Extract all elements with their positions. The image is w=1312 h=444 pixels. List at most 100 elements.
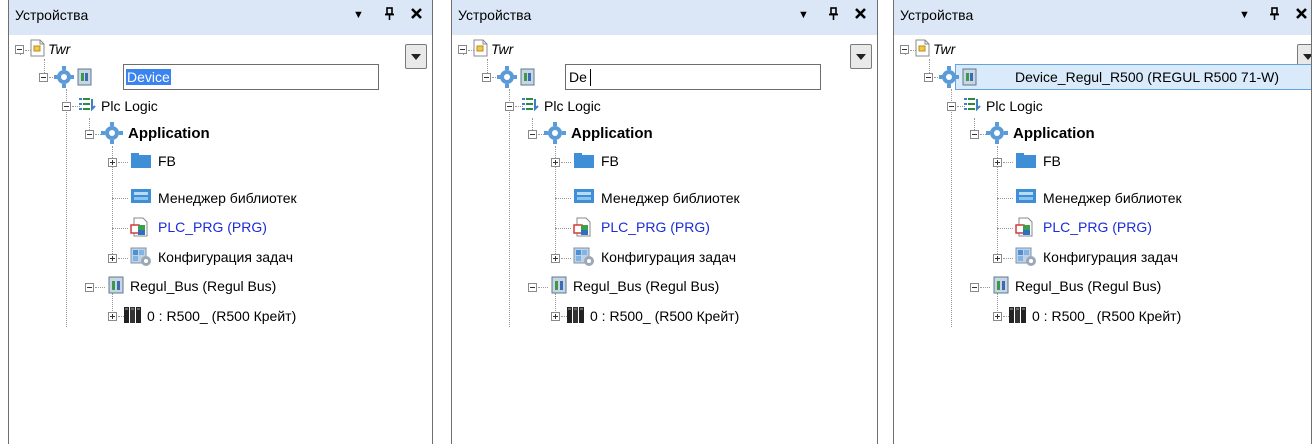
edit-field-value: Device — [126, 69, 171, 85]
task-config-icon — [573, 247, 595, 270]
expand-toggle[interactable] — [108, 312, 117, 321]
tree-item-fb[interactable]: FB — [1043, 153, 1061, 169]
panel-title: Устройства — [458, 7, 532, 23]
crate-icon — [566, 305, 586, 328]
expand-toggle[interactable] — [993, 158, 1002, 167]
dropdown-menu-icon[interactable]: ▼ — [1239, 9, 1250, 21]
tree-item-plc-logic[interactable]: Plc Logic — [986, 98, 1043, 114]
tree-item-device[interactable]: Device_Regul_R500 (REGUL R500 71-W) — [1015, 69, 1279, 85]
expand-toggle[interactable] — [993, 254, 1002, 263]
tree-item-regul-bus[interactable]: Regul_Bus (Regul Bus) — [1015, 278, 1161, 294]
collapse-toggle[interactable] — [924, 73, 933, 82]
device-gear-icon — [54, 65, 94, 92]
tree-item-plc-prg[interactable]: PLC_PRG (PRG) — [1043, 219, 1152, 235]
application-gear-icon — [544, 122, 566, 147]
tree-item-plc-prg[interactable]: PLC_PRG (PRG) — [601, 219, 710, 235]
collapse-toggle[interactable] — [528, 283, 537, 292]
library-manager-icon — [130, 187, 152, 208]
tree-item-crate[interactable]: 0 : R500_ (R500 Крейт) — [590, 308, 739, 324]
collapse-toggle[interactable] — [39, 73, 48, 82]
task-config-icon — [130, 247, 152, 270]
folder-icon — [130, 152, 152, 172]
edit-field-value: De — [569, 69, 587, 85]
tree-item-regul-bus[interactable]: Regul_Bus (Regul Bus) — [573, 278, 719, 294]
dropdown-menu-icon[interactable]: ▼ — [353, 9, 364, 21]
tree-item-plc-logic[interactable]: Plc Logic — [544, 98, 601, 114]
expand-toggle[interactable] — [551, 312, 560, 321]
bus-module-icon — [992, 276, 1010, 297]
tree-item-crate[interactable]: 0 : R500_ (R500 Крейт) — [1032, 308, 1181, 324]
tree-item-application[interactable]: Application — [1013, 125, 1095, 142]
tree-item-task-config[interactable]: Конфигурация задач — [158, 249, 293, 265]
program-pou-icon — [1015, 217, 1035, 240]
tree-item-fb[interactable]: FB — [601, 153, 619, 169]
panel-title: Устройства — [15, 7, 89, 23]
tree-item-application[interactable]: Application — [571, 125, 653, 142]
dropdown-menu-icon[interactable]: ▼ — [798, 9, 809, 21]
collapse-toggle[interactable] — [970, 283, 979, 292]
application-gear-icon — [101, 122, 123, 147]
device-gear-icon — [939, 65, 979, 92]
close-icon[interactable] — [854, 5, 867, 25]
plc-logic-icon — [963, 96, 981, 117]
task-config-icon — [1015, 247, 1037, 270]
program-pou-icon — [573, 217, 593, 240]
tree-item-root[interactable]: Twr — [933, 41, 955, 57]
tree-item-root[interactable]: Twr — [48, 41, 70, 57]
panel-titlebar: Устройства ▼ — [8, 0, 433, 35]
crate-icon — [1008, 305, 1028, 328]
tree-item-library-manager[interactable]: Менеджер библиотек — [158, 190, 297, 206]
collapse-toggle[interactable] — [458, 45, 467, 54]
devices-panel-1: Устройства ▼ Twr Device Plc Logic Applic… — [8, 0, 433, 444]
devices-panel-2: Устройства ▼ Twr De Plc Logic Applicatio… — [451, 0, 878, 444]
pin-icon[interactable] — [384, 7, 395, 23]
combo-dropdown-button[interactable] — [405, 44, 427, 69]
expand-toggle[interactable] — [993, 312, 1002, 321]
expand-toggle[interactable] — [551, 254, 560, 263]
rename-edit-field[interactable]: Device — [123, 64, 379, 90]
project-file-icon — [915, 39, 931, 60]
collapse-toggle[interactable] — [947, 102, 956, 111]
tree-item-library-manager[interactable]: Менеджер библиотек — [1043, 190, 1182, 206]
bus-module-icon — [107, 276, 125, 297]
plc-logic-icon — [78, 96, 96, 117]
crate-icon — [123, 305, 143, 328]
tree-item-crate[interactable]: 0 : R500_ (R500 Крейт) — [147, 308, 296, 324]
collapse-toggle[interactable] — [15, 45, 24, 54]
tree-item-regul-bus[interactable]: Regul_Bus (Regul Bus) — [130, 278, 276, 294]
rename-edit-field[interactable]: De — [565, 64, 821, 90]
close-icon[interactable] — [410, 5, 423, 25]
tree-item-root[interactable]: Twr — [491, 41, 513, 57]
tree-item-task-config[interactable]: Конфигурация задач — [601, 249, 736, 265]
collapse-toggle[interactable] — [85, 283, 94, 292]
tree-item-plc-logic[interactable]: Plc Logic — [101, 98, 158, 114]
collapse-toggle[interactable] — [85, 130, 94, 139]
collapse-toggle[interactable] — [62, 102, 71, 111]
collapse-toggle[interactable] — [970, 130, 979, 139]
close-icon[interactable] — [1295, 5, 1308, 25]
collapse-toggle[interactable] — [528, 130, 537, 139]
device-tree: Twr Device_Regul_R500 (REGUL R500 71-W) … — [893, 35, 1312, 444]
tree-item-library-manager[interactable]: Менеджер библиотек — [601, 190, 740, 206]
library-manager-icon — [1015, 187, 1037, 208]
bus-module-icon — [550, 276, 568, 297]
collapse-toggle[interactable] — [505, 102, 514, 111]
devices-panel-3: Устройства ▼ Twr Device_Regul_R500 (REGU… — [893, 0, 1312, 444]
panel-titlebar: Устройства ▼ — [893, 0, 1312, 35]
collapse-toggle[interactable] — [900, 45, 909, 54]
library-manager-icon — [573, 187, 595, 208]
expand-toggle[interactable] — [551, 158, 560, 167]
project-file-icon — [473, 39, 489, 60]
combo-dropdown-button[interactable] — [850, 44, 872, 69]
tree-item-application[interactable]: Application — [128, 125, 210, 142]
expand-toggle[interactable] — [108, 254, 117, 263]
text-caret — [590, 69, 591, 86]
pin-icon[interactable] — [1269, 7, 1280, 23]
tree-item-task-config[interactable]: Конфигурация задач — [1043, 249, 1178, 265]
pin-icon[interactable] — [828, 7, 839, 23]
collapse-toggle[interactable] — [482, 73, 491, 82]
tree-item-fb[interactable]: FB — [158, 153, 176, 169]
plc-logic-icon — [521, 96, 539, 117]
tree-item-plc-prg[interactable]: PLC_PRG (PRG) — [158, 219, 267, 235]
expand-toggle[interactable] — [108, 158, 117, 167]
